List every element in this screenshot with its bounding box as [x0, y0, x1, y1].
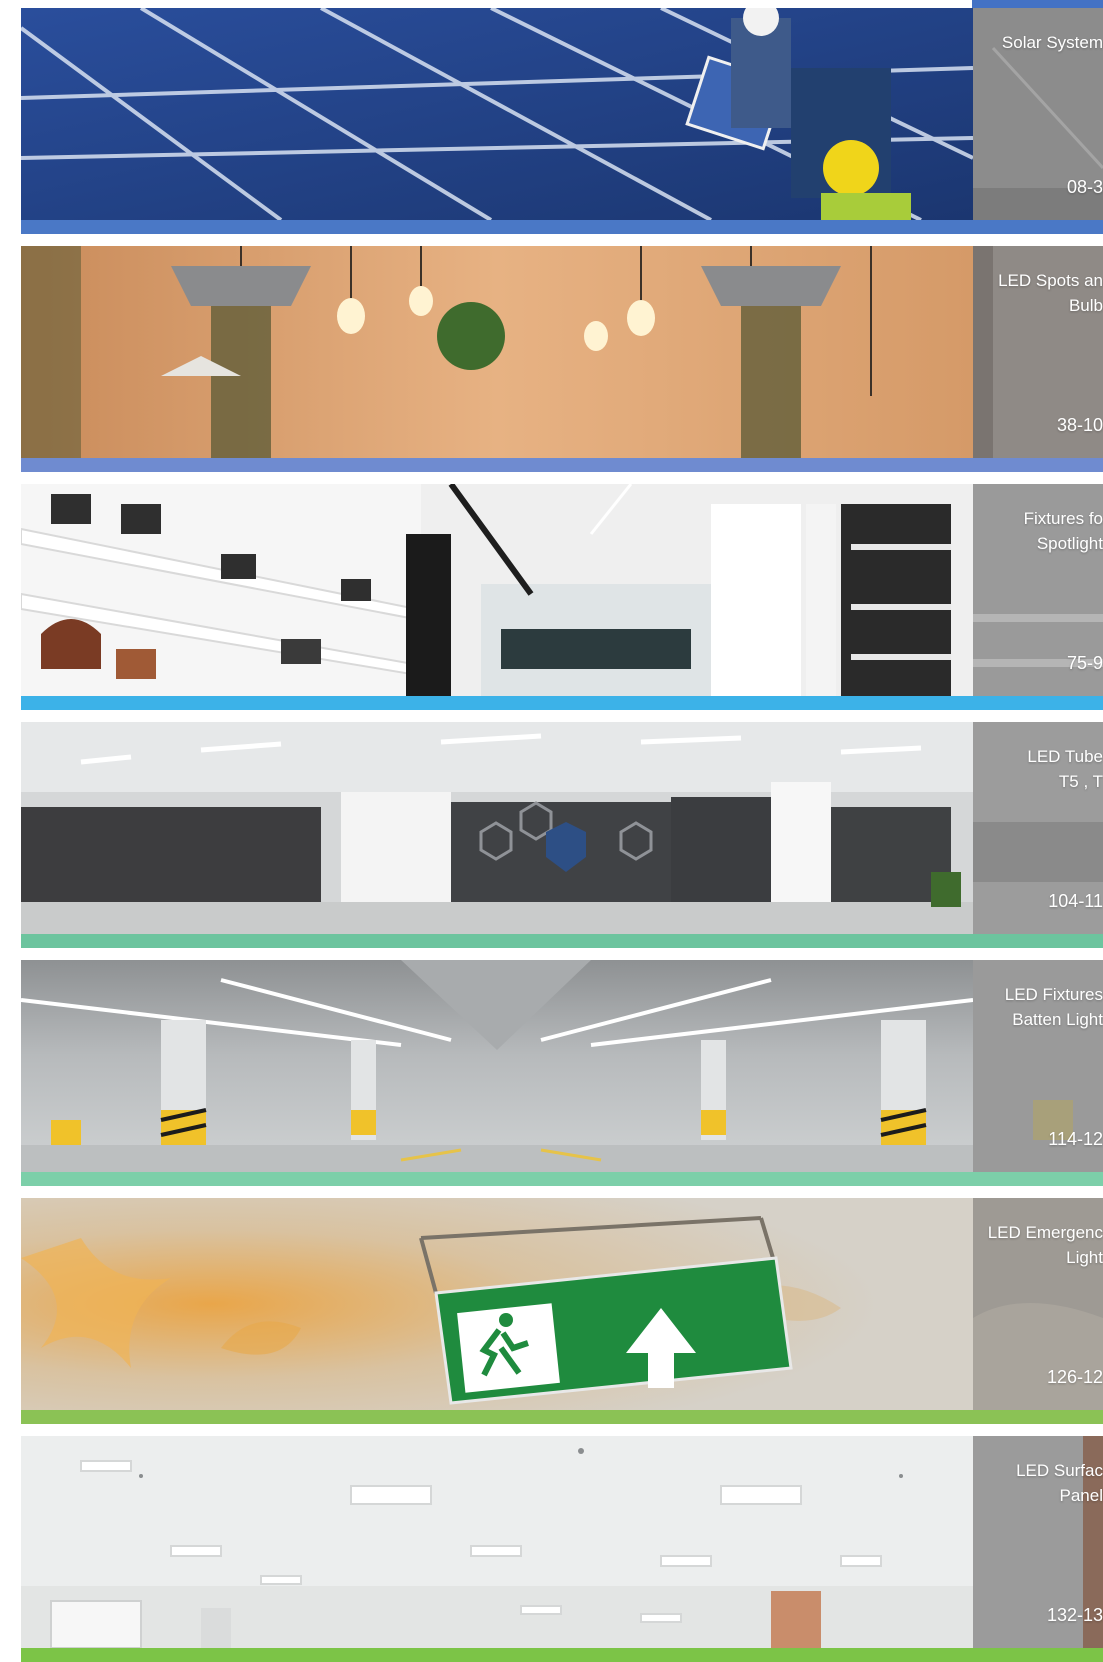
section-fixtures-spotlights[interactable]: Fixtures fo Spotlight 75-9 [21, 484, 1103, 710]
section-solar-system[interactable]: Solar System 08-3 [21, 8, 1103, 234]
section-photo [21, 246, 973, 458]
section-stripe [21, 696, 1103, 710]
section-stripe [21, 934, 1103, 948]
top-strip [972, 0, 1103, 8]
section-side-panel: LED Fixtures Batten Light 114-12 [973, 960, 1103, 1172]
section-photo [21, 960, 973, 1172]
section-title-line: Batten Light [1012, 1010, 1103, 1029]
section-side-panel: LED Tube T5 , T 104-11 [973, 722, 1103, 934]
section-title-line: Solar System [1001, 33, 1103, 52]
section-title-line: Fixtures fo [1023, 509, 1103, 528]
section-led-fixtures-batten[interactable]: LED Fixtures Batten Light 114-12 [21, 960, 1103, 1186]
section-stripe [21, 1648, 1103, 1662]
section-photo [21, 484, 973, 696]
section-side-panel: LED Emergenc Light 126-12 [973, 1198, 1103, 1410]
section-stripe [21, 220, 1103, 234]
section-title: Solar System [973, 30, 1103, 55]
section-pages: 08-3 [1066, 177, 1103, 197]
section-title-line: LED Fixtures [1004, 985, 1103, 1004]
section-title-line: Light [1066, 1248, 1103, 1267]
section-led-spots-bulbs[interactable]: LED Spots an Bulb 38-10 [21, 246, 1103, 472]
section-led-emergency[interactable]: LED Emergenc Light 126-12 [21, 1198, 1103, 1424]
section-side-panel: Solar System 08-3 [973, 8, 1103, 220]
section-title-line: LED Surfac [1016, 1461, 1103, 1480]
section-stripe [21, 1172, 1103, 1186]
section-title-line: T5 , T [1058, 772, 1103, 791]
section-title: Fixtures fo Spotlight [973, 506, 1103, 556]
section-title-line: Panel [1059, 1486, 1103, 1505]
section-photo [21, 722, 973, 934]
section-photo [21, 8, 973, 220]
section-title: LED Fixtures Batten Light [973, 982, 1103, 1032]
section-led-tube[interactable]: LED Tube T5 , T 104-11 [21, 722, 1103, 948]
section-title-line: Spotlight [1036, 534, 1103, 553]
section-title-line: Bulb [1068, 296, 1103, 315]
section-pages: 38-10 [1056, 415, 1103, 435]
section-photo [21, 1198, 973, 1410]
section-photo [21, 1436, 973, 1648]
section-title: LED Tube T5 , T [973, 744, 1103, 794]
section-side-panel: Fixtures fo Spotlight 75-9 [973, 484, 1103, 696]
section-side-panel: LED Spots an Bulb 38-10 [973, 246, 1103, 458]
section-side-panel: LED Surfac Panel 132-13 [973, 1436, 1103, 1648]
section-title-line: LED Spots an [998, 271, 1103, 290]
section-pages: 104-11 [1048, 891, 1103, 911]
section-pages: 126-12 [1046, 1367, 1103, 1387]
section-title-line: LED Tube [1027, 747, 1103, 766]
section-pages: 75-9 [1066, 653, 1103, 673]
section-stripe [21, 458, 1103, 472]
section-led-surface-panel[interactable]: LED Surfac Panel 132-13 [21, 1436, 1103, 1662]
section-title: LED Emergenc Light [973, 1220, 1103, 1270]
section-title: LED Spots an Bulb [973, 268, 1103, 318]
section-title-line: LED Emergenc [987, 1223, 1103, 1242]
section-pages: 114-12 [1048, 1129, 1103, 1149]
section-pages: 132-13 [1046, 1605, 1103, 1625]
section-title: LED Surfac Panel [973, 1458, 1103, 1508]
section-stripe [21, 1410, 1103, 1424]
